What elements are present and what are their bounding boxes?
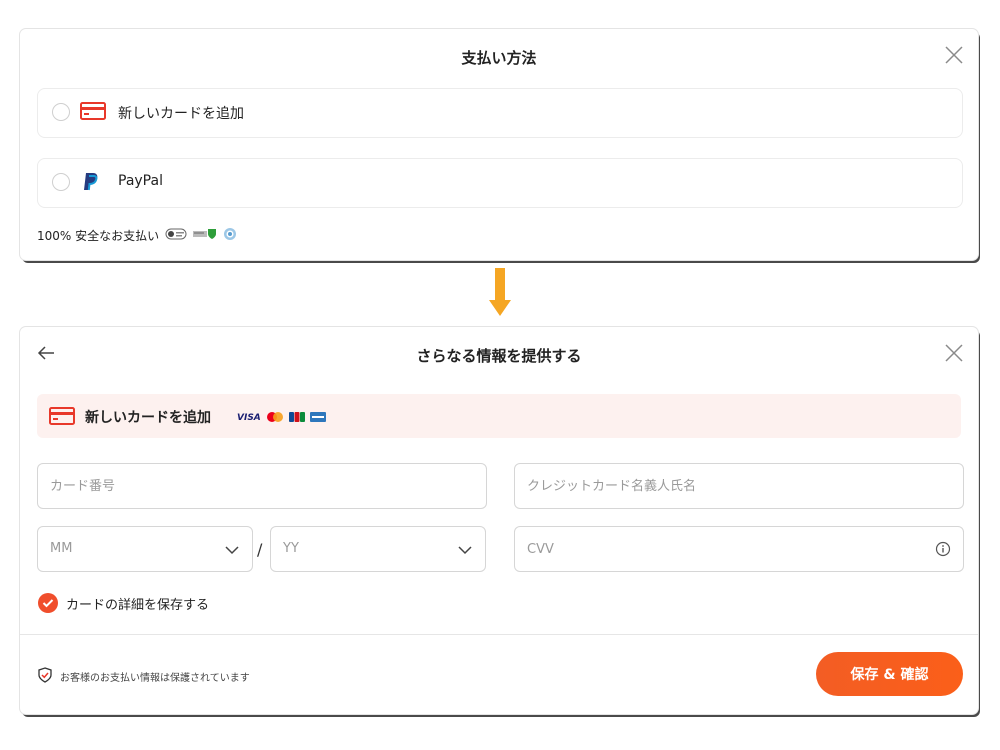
secure-payment-row: 100% 安全なお支払い	[37, 227, 237, 244]
cardholder-name-input[interactable]	[515, 464, 963, 508]
radio-button[interactable]	[52, 103, 70, 121]
option-label: 新しいカードを追加	[118, 106, 244, 122]
chevron-down-icon	[457, 542, 473, 561]
shield-badge-icon	[223, 227, 237, 244]
visa-logo: VISA	[237, 412, 261, 423]
cvv-field[interactable]	[514, 526, 964, 572]
security-note: お客様のお支払い情報は保護されています	[38, 667, 250, 686]
option-label: PayPal	[118, 173, 163, 189]
close-icon[interactable]	[940, 41, 968, 69]
save-card-label: カードの詳細を保存する	[66, 597, 210, 613]
verified-badge-icon	[193, 228, 217, 243]
card-number-field[interactable]	[37, 463, 487, 509]
credit-card-icon	[80, 101, 106, 125]
card-brand-logos: VISA	[237, 408, 326, 427]
new-card-banner: 新しいカードを追加 VISA	[37, 394, 961, 438]
security-badge-icon	[165, 228, 187, 243]
info-icon[interactable]	[935, 541, 951, 561]
option-new-card[interactable]: 新しいカードを追加	[37, 88, 963, 138]
save-confirm-button[interactable]: 保存 & 確認	[816, 652, 963, 696]
month-select[interactable]: MM	[37, 526, 253, 572]
option-paypal[interactable]: PayPal	[37, 158, 963, 208]
chevron-down-icon	[224, 542, 240, 561]
credit-card-icon	[49, 406, 75, 430]
mastercard-icon	[266, 408, 284, 427]
dialog-title: さらなる情報を提供する	[416, 347, 582, 365]
dialog-title: 支払い方法	[461, 49, 537, 67]
card-number-input[interactable]	[38, 464, 486, 508]
secure-payment-text: 100% 安全なお支払い	[37, 229, 160, 243]
banner-label: 新しいカードを追加	[85, 410, 211, 426]
down-arrow-icon	[488, 266, 512, 322]
cardholder-name-field[interactable]	[514, 463, 964, 509]
month-select-value: MM	[50, 541, 73, 556]
paypal-icon	[82, 172, 100, 196]
date-separator: /	[257, 540, 263, 559]
checkmark-icon[interactable]	[38, 593, 58, 613]
shield-check-icon	[38, 667, 52, 686]
year-select[interactable]: YY	[270, 526, 486, 572]
amex-icon	[309, 408, 326, 427]
security-note-text: お客様のお支払い情報は保護されています	[60, 673, 250, 684]
payment-method-dialog: 支払い方法 新しいカードを追加 PayPal 100% 安全なお支払い	[20, 29, 978, 260]
year-select-value: YY	[283, 541, 299, 556]
divider	[20, 634, 978, 635]
card-details-dialog: さらなる情報を提供する 新しいカードを追加 VISA カード番号 クレジットカー…	[20, 327, 978, 714]
close-icon[interactable]	[940, 339, 968, 367]
save-card-checkbox[interactable]: カードの詳細を保存する	[38, 593, 209, 613]
radio-button[interactable]	[52, 173, 70, 191]
cvv-input[interactable]	[515, 527, 963, 571]
jcb-icon	[288, 408, 305, 427]
